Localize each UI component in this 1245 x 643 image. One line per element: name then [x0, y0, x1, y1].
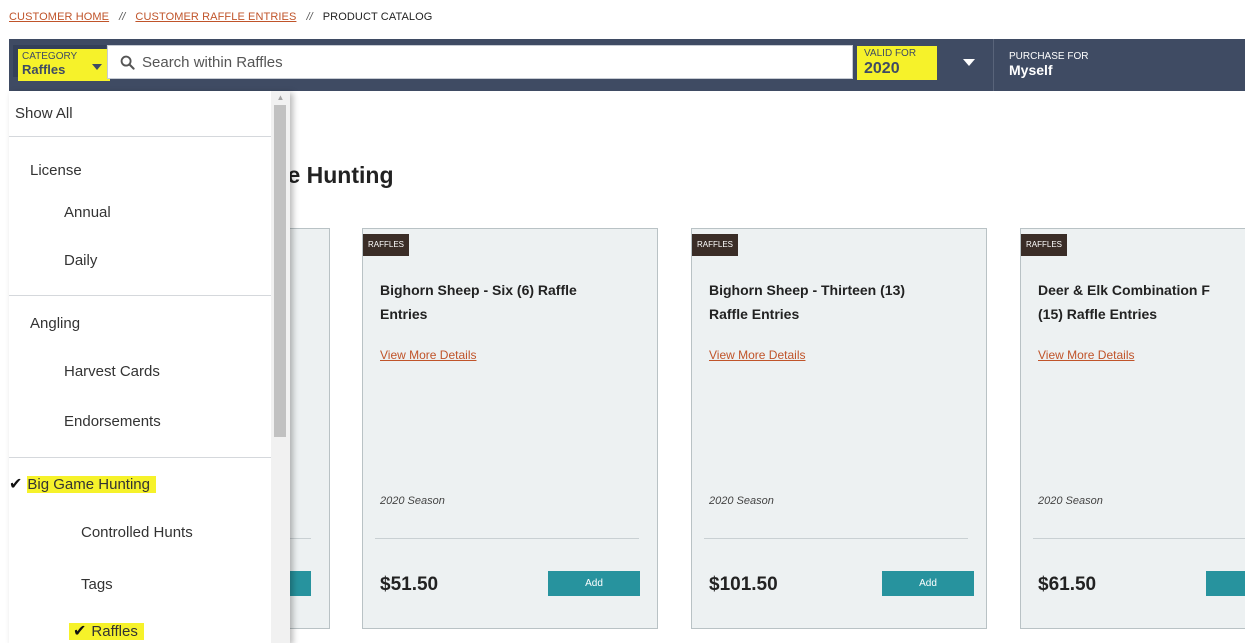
breadcrumb-separator: //: [119, 11, 126, 23]
category-badge: RAFFLES: [363, 234, 410, 256]
dropdown-item-endorsements[interactable]: Endorsements: [64, 413, 290, 430]
purchase-for-label: PURCHASE FOR: [1009, 51, 1089, 62]
checkmark-icon: ✔: [9, 476, 23, 493]
category-dropdown-button[interactable]: CATEGORY Raffles: [13, 45, 110, 81]
category-badge: RAFFLES: [1021, 234, 1068, 256]
search-box: [107, 45, 853, 79]
breadcrumb-separator: //: [306, 11, 313, 23]
valid-for-dropdown[interactable]: VALID FOR 2020: [857, 44, 987, 82]
dropdown-item-controlled-hunts[interactable]: Controlled Hunts: [81, 524, 290, 541]
dropdown-scrollbar[interactable]: ▲: [271, 91, 290, 643]
category-badge: RAFFLES: [692, 234, 739, 256]
season-label: 2020 Season: [380, 495, 445, 507]
view-more-details-link[interactable]: View More Details: [380, 348, 476, 362]
view-more-details-link[interactable]: View More Details: [709, 348, 805, 362]
category-value: Raffles: [22, 62, 66, 77]
product-price: $51.50: [380, 574, 439, 595]
divider: [9, 295, 271, 296]
product-title-line: Entries: [380, 306, 428, 322]
chevron-down-icon: [92, 64, 102, 70]
breadcrumb-product-catalog: PRODUCT CATALOG: [322, 11, 433, 23]
product-card: RAFFLES Bighorn Sheep - Thirteen (13) Ra…: [691, 228, 987, 629]
card-divider: [1033, 538, 1245, 539]
breadcrumb-customer-home[interactable]: CUSTOMER HOME: [9, 11, 109, 23]
divider: [9, 136, 271, 137]
dropdown-item-label: Raffles: [91, 623, 138, 640]
dropdown-item-big-game-hunting[interactable]: ✔ Big Game Hunting: [9, 474, 271, 494]
search-icon: [120, 55, 135, 70]
dropdown-item-show-all[interactable]: Show All: [15, 105, 277, 122]
breadcrumb: CUSTOMER HOME // CUSTOMER RAFFLE ENTRIES…: [9, 11, 432, 23]
product-price: $101.50: [709, 574, 778, 595]
purchase-for-selector[interactable]: PURCHASE FOR Myself: [1009, 51, 1088, 78]
season-label: 2020 Season: [709, 495, 774, 507]
product-card: RAFFLES Bighorn Sheep - Six (6) Raffle E…: [362, 228, 658, 629]
product-title: Deer & Elk Combination F (15) Raffle Ent…: [1038, 278, 1245, 326]
product-title-line: Bighorn Sheep - Thirteen (13): [709, 282, 906, 298]
add-button[interactable]: Add: [1206, 571, 1245, 596]
category-dropdown-menu: Show All License Annual Daily Angling Ha…: [9, 91, 290, 643]
dropdown-item-license[interactable]: License: [30, 162, 290, 179]
product-title: Bighorn Sheep - Six (6) Raffle Entries: [380, 278, 640, 326]
add-button[interactable]: Add: [548, 571, 640, 596]
search-input[interactable]: [142, 52, 842, 72]
divider: [9, 457, 271, 458]
product-card: RAFFLES Deer & Elk Combination F (15) Ra…: [1020, 228, 1245, 629]
card-divider: [704, 538, 968, 539]
dropdown-item-label: Big Game Hunting: [27, 476, 156, 493]
valid-for-label: VALID FOR: [864, 48, 917, 59]
season-label: 2020 Season: [1038, 495, 1103, 507]
dropdown-item-annual[interactable]: Annual: [64, 204, 290, 221]
product-price: $61.50: [1038, 574, 1097, 595]
add-button[interactable]: Add: [882, 571, 974, 596]
checkmark-icon: ✔: [73, 623, 87, 640]
view-more-details-link[interactable]: View More Details: [1038, 348, 1134, 362]
scrollbar-thumb[interactable]: [274, 105, 286, 437]
dropdown-item-tags[interactable]: Tags: [81, 576, 290, 593]
scroll-up-arrow-icon[interactable]: ▲: [271, 91, 290, 105]
breadcrumb-customer-raffle-entries[interactable]: CUSTOMER RAFFLE ENTRIES: [135, 11, 296, 23]
product-title-line: Bighorn Sheep - Six (6) Raffle: [380, 282, 577, 298]
product-title-line: (15) Raffle Entries: [1038, 306, 1158, 322]
card-divider: [375, 538, 639, 539]
catalog-filter-bar: CATEGORY Raffles VALID FOR 2020 PURCHASE…: [9, 39, 1245, 91]
dropdown-item-daily[interactable]: Daily: [64, 252, 290, 269]
valid-for-value: 2020: [864, 60, 900, 77]
chevron-down-icon: [963, 59, 975, 66]
purchase-for-value: Myself: [1009, 62, 1053, 78]
dropdown-item-highlight: ✔ Raffles: [69, 623, 144, 640]
product-title-line: Deer & Elk Combination F: [1038, 282, 1210, 298]
product-title-line: Raffle Entries: [709, 306, 800, 322]
dropdown-item-harvest-cards[interactable]: Harvest Cards: [64, 363, 290, 380]
dropdown-item-angling[interactable]: Angling: [30, 315, 290, 332]
product-title: Bighorn Sheep - Thirteen (13) Raffle Ent…: [709, 278, 969, 326]
divider: [993, 39, 994, 91]
dropdown-item-raffles[interactable]: ✔ Raffles: [69, 621, 290, 641]
category-label: CATEGORY: [22, 51, 78, 62]
